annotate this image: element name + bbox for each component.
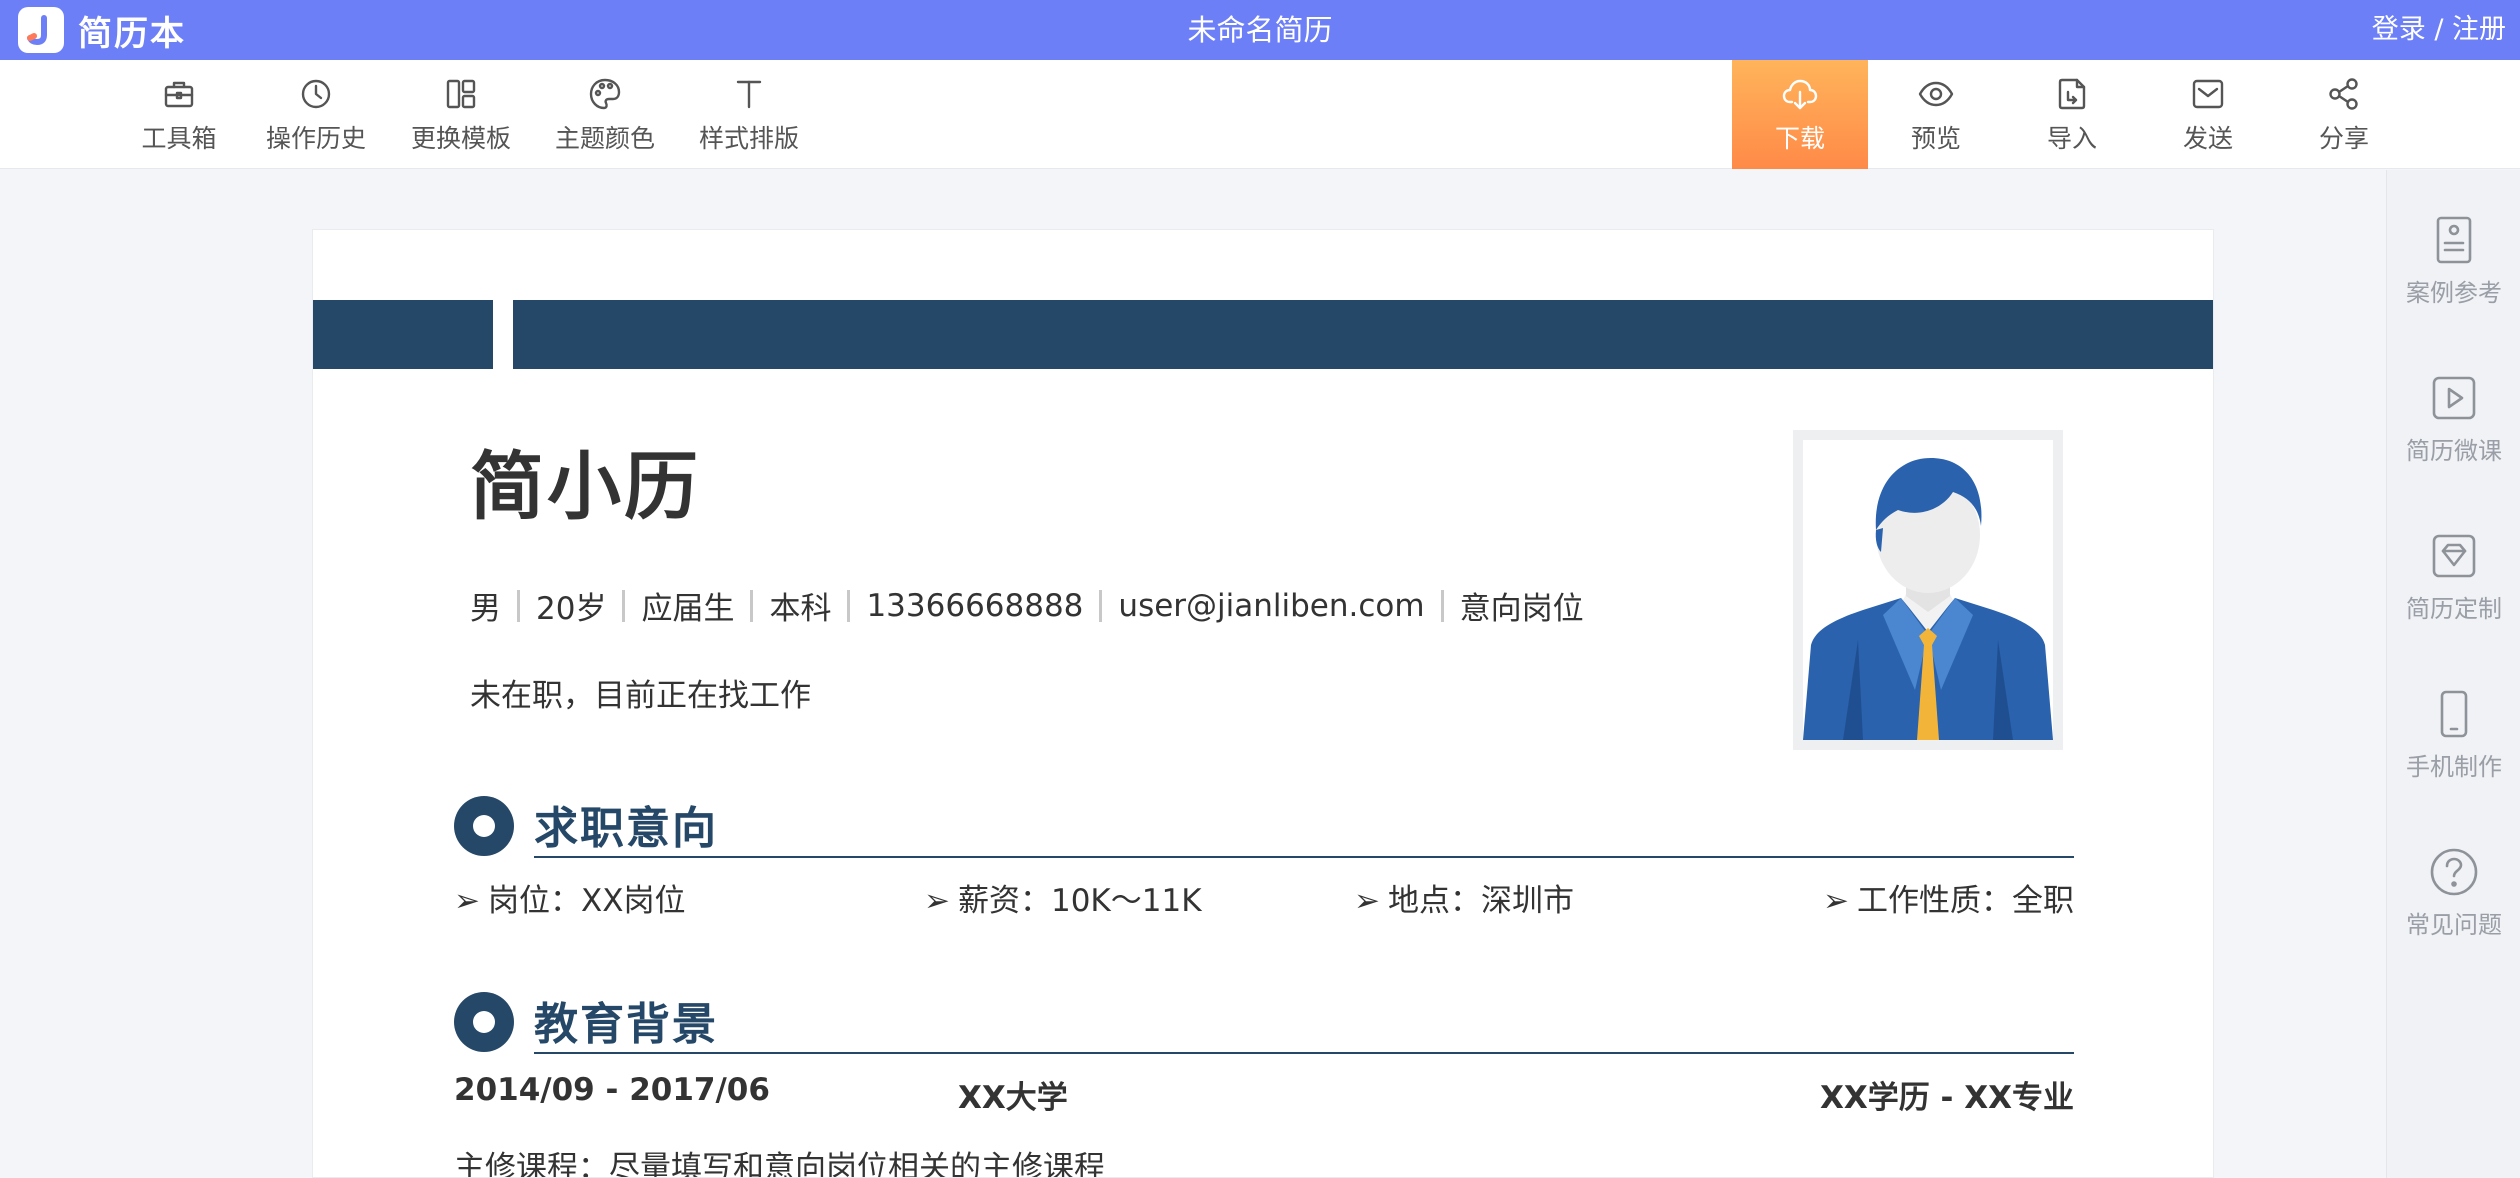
send-label: 发送 [2182, 123, 2233, 153]
sidebar-item-case-reference[interactable]: 案例参考 [2387, 200, 2520, 320]
toolbox-button[interactable]: 工具箱 [111, 60, 247, 169]
style-layout-button[interactable]: 样式排版 [681, 60, 817, 169]
sidebar-label: 简历定制 [2406, 594, 2502, 623]
clock-icon [301, 79, 331, 108]
education-row[interactable]: 2014/09 - 2017/06 XX大学 XX学历 - XX专业 [454, 1072, 2074, 1116]
toolbox-label: 工具箱 [141, 123, 217, 153]
arrow-icon: ➢ [924, 883, 950, 919]
info-gender: 男 [470, 591, 501, 627]
info-age: 20岁 [536, 591, 607, 627]
login-link[interactable]: 登录 [2372, 14, 2426, 45]
auth-separator: / [2425, 14, 2452, 45]
phone-icon [2440, 690, 2468, 737]
mail-icon [2192, 79, 2224, 108]
sidebar-item-faq[interactable]: 常见问题 [2387, 832, 2520, 952]
theme-color-label: 主题颜色 [554, 123, 655, 153]
info-separator [847, 589, 851, 622]
theme-color-button[interactable]: 主题颜色 [537, 60, 673, 169]
document-icon [2436, 216, 2472, 263]
info-phone: 13366668888 [866, 587, 1084, 624]
section-title: 教育背景 [534, 999, 718, 1050]
history-button[interactable]: 操作历史 [248, 60, 384, 169]
sidebar-label: 手机制作 [2406, 752, 2502, 781]
intent-location: ➢ 地点：深圳市 [1354, 883, 1574, 919]
education-school: XX大学 [958, 1080, 1068, 1116]
job-status[interactable]: 未在职，目前正在找工作 [470, 670, 811, 715]
section-bullet-icon [454, 992, 514, 1052]
download-label: 下载 [1774, 123, 1825, 153]
info-email: user@jianliben.com [1118, 587, 1425, 624]
education-courses[interactable]: 主修课程：尽量填写和意向岗位相关的主修课程 [454, 1142, 2074, 1177]
profile-photo[interactable] [1793, 430, 2063, 750]
sidebar-label: 简历微课 [2406, 436, 2502, 465]
palette-icon [589, 78, 621, 109]
sidebar-item-mobile-create[interactable]: 手机制作 [2387, 674, 2520, 794]
import-button[interactable]: 导入 [2004, 60, 2140, 169]
toolbox-icon [164, 81, 194, 107]
eye-icon [1918, 81, 1954, 106]
text-icon [736, 80, 762, 108]
section-title: 求职意向 [534, 803, 718, 854]
import-icon [2058, 78, 2086, 109]
info-separator [1099, 589, 1103, 622]
info-intended-position: 意向岗位 [1459, 591, 1584, 627]
right-sidebar: 案例参考 简历微课 简历定制 手机制作 常见问题 [2386, 170, 2520, 1178]
resume-paper[interactable]: 简小历 男 20岁 应届生 本科 13366668888 user@jianli… [312, 229, 2214, 1178]
style-layout-label: 样式排版 [698, 123, 799, 153]
arrow-icon: ➢ [1354, 883, 1380, 919]
resume-name[interactable]: 简小历 [470, 450, 701, 524]
question-icon [2430, 848, 2478, 895]
education-degree: XX学历 - XX专业 [1819, 1080, 2074, 1116]
info-degree: 本科 [769, 591, 832, 627]
intent-position: ➢ 岗位：XX岗位 [454, 883, 686, 919]
register-link[interactable]: 注册 [2452, 14, 2506, 45]
avatar-illustration-icon [1803, 458, 2053, 740]
preview-label: 预览 [1910, 123, 1961, 153]
section-divider [534, 856, 2074, 858]
intent-salary: ➢ 薪资：10K～11K [924, 883, 1202, 919]
job-intention-row[interactable]: ➢ 岗位：XX岗位 ➢ 薪资：10K～11K ➢ 地点：深圳市 ➢ 工作性质：全职 [454, 875, 2074, 919]
info-separator [750, 589, 754, 622]
document-title[interactable]: 未命名简历 [0, 0, 2520, 60]
arrow-icon: ➢ [1823, 883, 1849, 919]
sidebar-label: 常见问题 [2406, 910, 2502, 939]
avatar [1803, 440, 2053, 740]
section-bullet-icon [454, 796, 514, 856]
sidebar-item-resume-course[interactable]: 简历微课 [2387, 358, 2520, 478]
info-separator [517, 589, 520, 622]
arrow-icon: ➢ [454, 883, 480, 919]
gem-icon [2432, 534, 2476, 577]
share-button[interactable]: 分享 [2276, 60, 2412, 169]
info-separator [1440, 589, 1444, 622]
info-separator [622, 589, 626, 622]
sidebar-label: 案例参考 [2406, 278, 2502, 307]
send-button[interactable]: 发送 [2140, 60, 2276, 169]
section-divider [534, 1052, 2074, 1054]
play-icon [2432, 376, 2476, 419]
change-template-label: 更换模板 [410, 123, 511, 153]
share-icon [2329, 77, 2358, 110]
auth-links: 登录 / 注册 [2372, 0, 2506, 60]
editor-toolbar: 工具箱 操作历史 更换模板 主题颜色 样式排版 下载 预览 导入 发送 分享 [0, 60, 2520, 169]
cloud-download-icon [1782, 79, 1818, 109]
change-template-button[interactable]: 更换模板 [393, 60, 529, 169]
layout-icon [446, 79, 476, 108]
download-button[interactable]: 下载 [1732, 60, 1868, 169]
sidebar-item-resume-custom[interactable]: 简历定制 [2387, 516, 2520, 636]
top-bar: 简历本 未命名简历 登录 / 注册 [0, 0, 2520, 60]
history-label: 操作历史 [265, 123, 366, 153]
basic-info-line[interactable]: 男 20岁 应届生 本科 13366668888 user@jianliben.… [470, 583, 1584, 628]
info-identity: 应届生 [641, 591, 735, 627]
import-label: 导入 [2046, 123, 2097, 153]
education-period: 2014/09 - 2017/06 [454, 1072, 770, 1108]
header-band-right [513, 300, 2213, 369]
section-education-header[interactable]: 教育背景 [454, 984, 2074, 1054]
header-band-left [313, 300, 493, 369]
share-label: 分享 [2318, 123, 2369, 153]
section-job-intention-header[interactable]: 求职意向 [454, 788, 2074, 858]
preview-button[interactable]: 预览 [1868, 60, 2004, 169]
intent-job-type: ➢ 工作性质：全职 [1823, 883, 2074, 919]
